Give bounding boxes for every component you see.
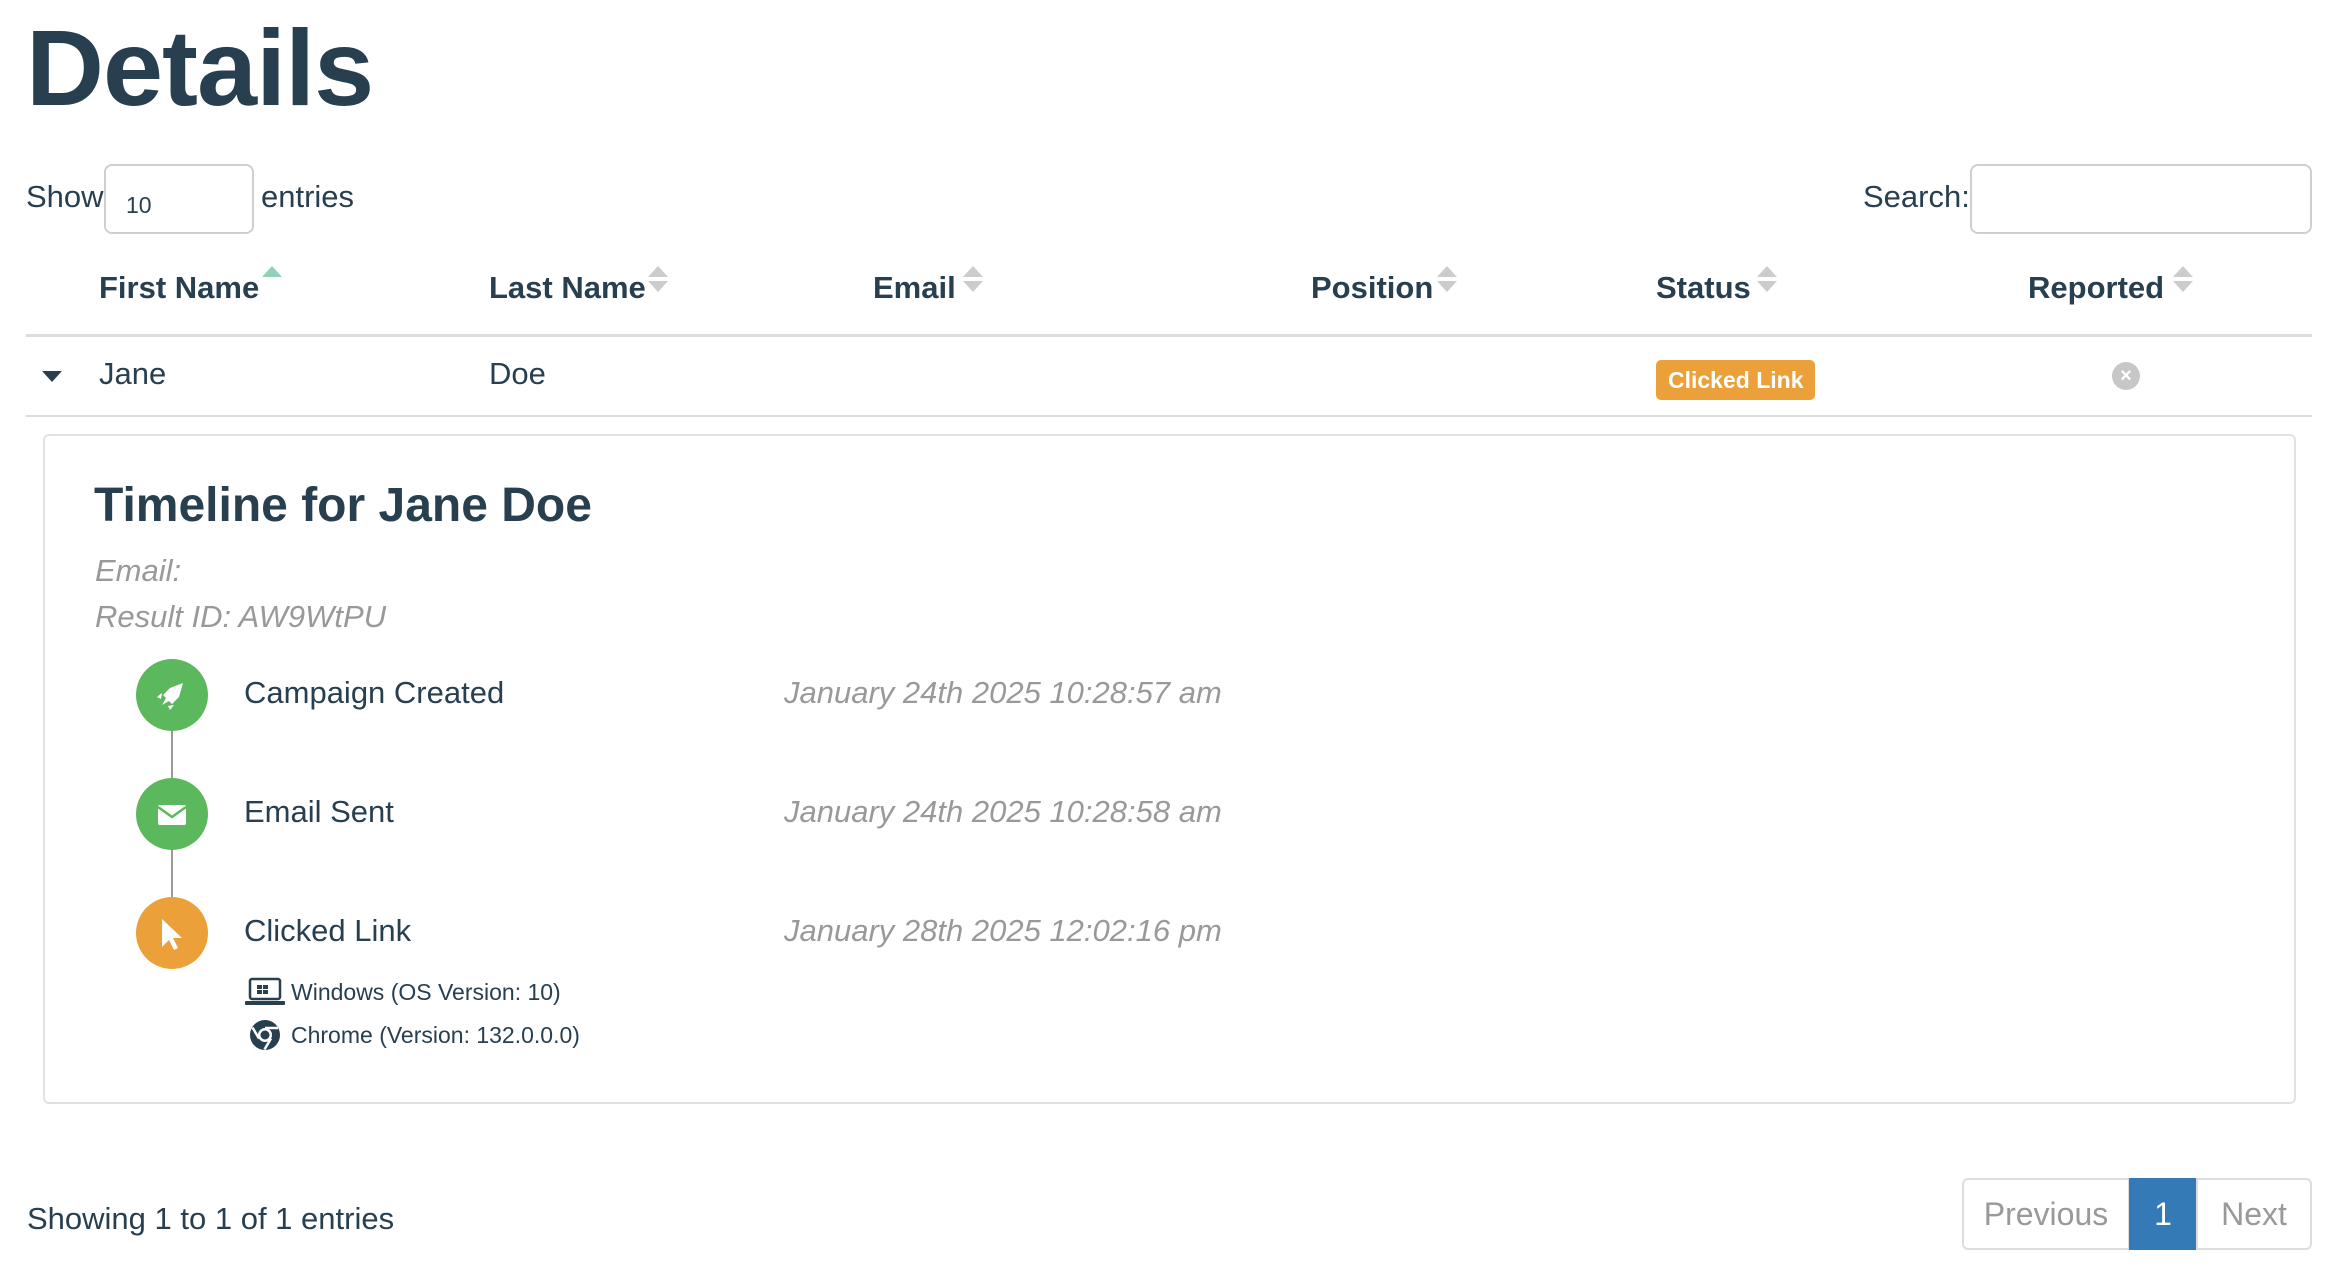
rocket-icon [157, 683, 183, 710]
expand-row-caret-icon[interactable] [42, 371, 62, 382]
x-circle-icon: × [2112, 362, 2140, 390]
show-label: Show [26, 179, 104, 214]
previous-page-button[interactable]: Previous [1962, 1178, 2130, 1250]
timeline-connector [171, 849, 173, 899]
sort-icon[interactable] [1757, 266, 1777, 294]
timeline-title: Timeline for Jane Doe [94, 479, 592, 532]
laptop-icon [245, 977, 285, 1005]
chrome-icon [250, 1020, 280, 1051]
event-time: January 24th 2025 10:28:58 am [784, 794, 1222, 829]
page-title: Details [26, 7, 374, 128]
timeline-email: Email: [95, 553, 182, 588]
column-header-position[interactable]: Position [1311, 272, 1433, 303]
mouse-pointer-icon [162, 919, 182, 950]
table-header-divider [26, 334, 2312, 337]
sort-icon[interactable] [2173, 266, 2193, 294]
column-header-first-name[interactable]: First Name [99, 272, 259, 303]
column-header-reported[interactable]: Reported [2028, 272, 2164, 303]
event-icon-circle [136, 778, 208, 850]
next-page-button[interactable]: Next [2196, 1178, 2312, 1250]
column-header-last-name[interactable]: Last Name [489, 272, 646, 303]
event-label: Clicked Link [244, 913, 412, 948]
entries-label: entries [261, 179, 355, 214]
event-label: Campaign Created [244, 675, 505, 710]
table-info: Showing 1 to 1 of 1 entries [27, 1201, 395, 1236]
os-detail: Windows (OS Version: 10) [291, 979, 561, 1005]
search-input[interactable] [1970, 164, 2312, 234]
sort-ascending-icon[interactable] [262, 266, 282, 294]
search-label: Search: [1863, 179, 1970, 214]
page-length-select[interactable]: 10 [104, 164, 254, 234]
column-header-email[interactable]: Email [873, 272, 956, 303]
event-icon-circle [136, 659, 208, 731]
timeline-connector [171, 730, 173, 780]
event-label: Email Sent [244, 794, 394, 829]
sort-icon[interactable] [648, 266, 668, 294]
timeline-result-id: Result ID: AW9WtPU [95, 599, 387, 634]
browser-detail: Chrome (Version: 132.0.0.0) [291, 1022, 580, 1048]
event-icon-circle [136, 897, 208, 969]
sort-icon[interactable] [1437, 266, 1457, 294]
envelope-icon [157, 805, 187, 825]
page-1-button[interactable]: 1 [2129, 1178, 2197, 1250]
table-row-divider [26, 415, 2312, 417]
event-time: January 28th 2025 12:02:16 pm [784, 913, 1222, 948]
last-name-cell: Doe [489, 356, 546, 391]
column-header-status[interactable]: Status [1656, 272, 1751, 303]
event-time: January 24th 2025 10:28:57 am [784, 675, 1222, 710]
status-badge: Clicked Link [1656, 360, 1816, 400]
first-name-cell: Jane [99, 356, 167, 391]
sort-icon[interactable] [963, 266, 983, 294]
